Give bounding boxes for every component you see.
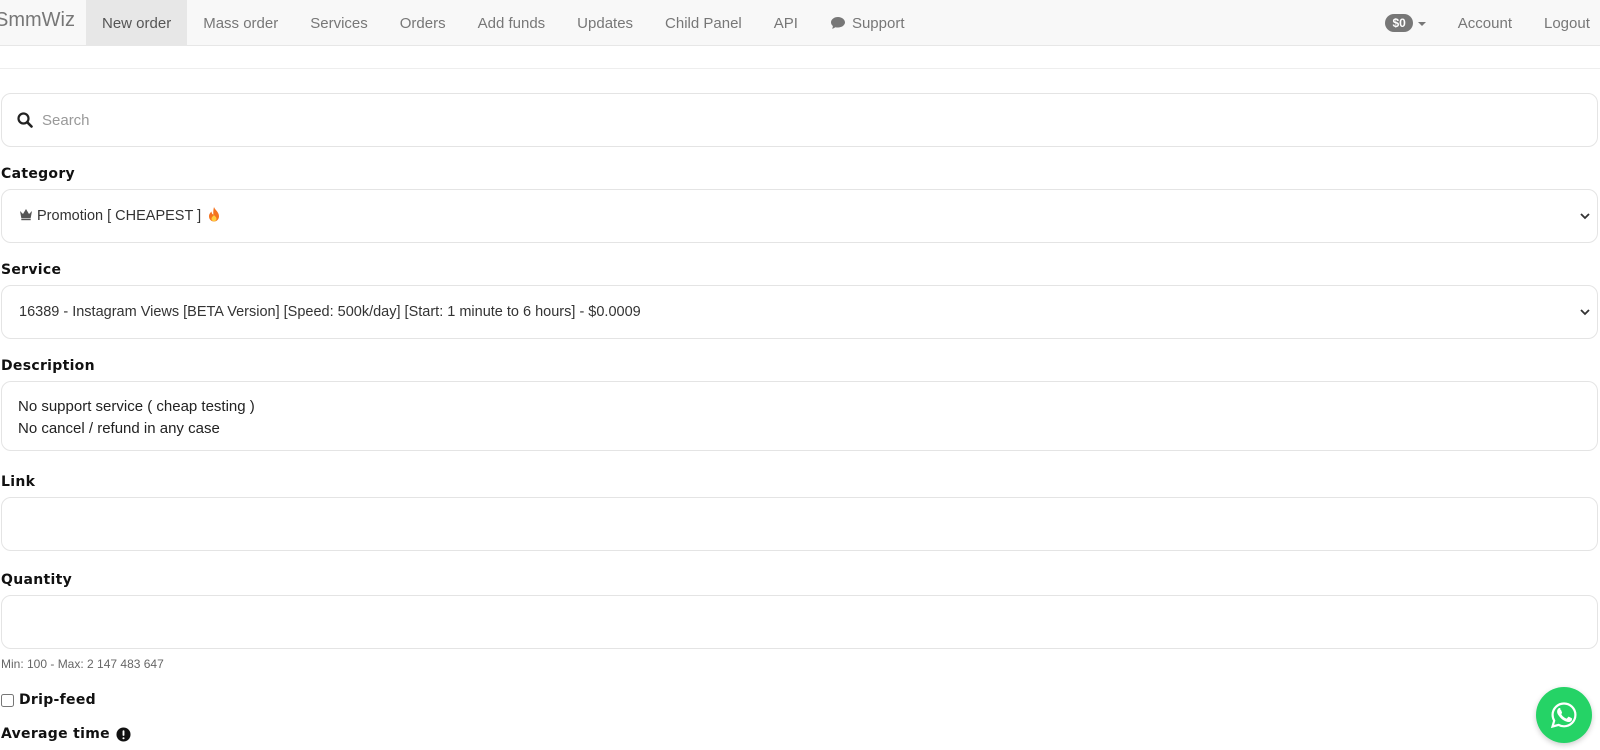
chat-icon: [830, 16, 846, 30]
brand-logo[interactable]: SmmWiz: [0, 9, 75, 32]
nav-orders[interactable]: Orders: [384, 0, 462, 46]
link-label: Link: [1, 474, 36, 490]
description-line: No support service ( cheap testing ): [18, 398, 255, 415]
category-value: Promotion [ CHEAPEST ]: [37, 208, 202, 224]
fire-icon: [207, 206, 221, 226]
nav-label: New order: [102, 14, 172, 32]
nav-child-panel[interactable]: Child Panel: [649, 0, 758, 46]
link-field[interactable]: [1, 497, 1598, 551]
service-value: 16389 - Instagram Views [BETA Version] […: [19, 304, 641, 320]
nav-account[interactable]: Account: [1442, 0, 1528, 46]
nav-label: Support: [851, 14, 905, 32]
description-box: No support service ( cheap testing ) No …: [1, 381, 1598, 451]
nav-label: Services: [310, 14, 368, 32]
average-time-label: Average time: [1, 726, 110, 742]
nav-support[interactable]: Support: [814, 0, 921, 46]
nav-label: Logout: [1544, 14, 1590, 32]
category-label: Category: [1, 166, 75, 182]
quantity-field[interactable]: [1, 595, 1598, 649]
service-select[interactable]: 16389 - Instagram Views [BETA Version] […: [1, 285, 1598, 339]
top-navbar: SmmWiz New order Mass order Services Ord…: [0, 0, 1600, 46]
category-selected: Promotion [ CHEAPEST ]: [19, 206, 221, 226]
search-box[interactable]: [1, 93, 1598, 147]
nav-services[interactable]: Services: [294, 0, 384, 46]
dripfeed-row: Drip-feed: [1, 691, 1598, 709]
nav-label: Mass order: [203, 14, 279, 32]
nav-logout[interactable]: Logout: [1528, 0, 1600, 46]
service-label: Service: [1, 262, 62, 278]
nav-mass-order[interactable]: Mass order: [187, 0, 294, 46]
balance-badge: $0: [1385, 14, 1413, 32]
nav-label: Account: [1457, 14, 1512, 32]
whatsapp-chat-button[interactable]: [1536, 687, 1592, 743]
chevron-down-icon: [1580, 309, 1590, 316]
exclamation-circle-icon[interactable]: [116, 726, 131, 742]
quantity-input[interactable]: [2, 596, 1597, 648]
nav-add-funds[interactable]: Add funds: [462, 0, 562, 46]
search-input[interactable]: [40, 110, 1544, 130]
description-line: No cancel / refund in any case: [18, 420, 220, 437]
chevron-down-icon: [1580, 213, 1590, 220]
divider: [0, 68, 1600, 69]
dripfeed-checkbox[interactable]: [1, 693, 14, 707]
nav-label: Child Panel: [665, 14, 742, 32]
quantity-label: Quantity: [1, 572, 72, 588]
nav-label: Updates: [577, 14, 634, 32]
nav-new-order[interactable]: New order: [86, 0, 188, 46]
caret-down-icon: [1417, 22, 1426, 26]
whatsapp-icon: [1550, 702, 1577, 729]
nav-right: $0 Account Logout: [1369, 0, 1600, 46]
dripfeed-label[interactable]: Drip-feed: [19, 692, 96, 708]
new-order-form: Category Promotion [ CHEAPEST ] Service …: [1, 93, 1598, 743]
main-nav: New order Mass order Services Orders Add…: [86, 0, 921, 46]
link-input[interactable]: [2, 498, 1597, 550]
search-icon: [17, 112, 33, 128]
balance-dropdown[interactable]: $0: [1369, 0, 1441, 46]
nav-label: API: [773, 14, 798, 32]
average-time-row: Average time: [1, 725, 1598, 743]
category-select[interactable]: Promotion [ CHEAPEST ]: [1, 189, 1598, 243]
crown-icon: [19, 208, 33, 225]
nav-api[interactable]: API: [758, 0, 814, 46]
quantity-help: Min: 100 - Max: 2 147 483 647: [1, 657, 164, 671]
description-label: Description: [1, 358, 95, 374]
nav-updates[interactable]: Updates: [561, 0, 649, 46]
nav-label: Orders: [399, 14, 446, 32]
nav-label: Add funds: [477, 14, 546, 32]
